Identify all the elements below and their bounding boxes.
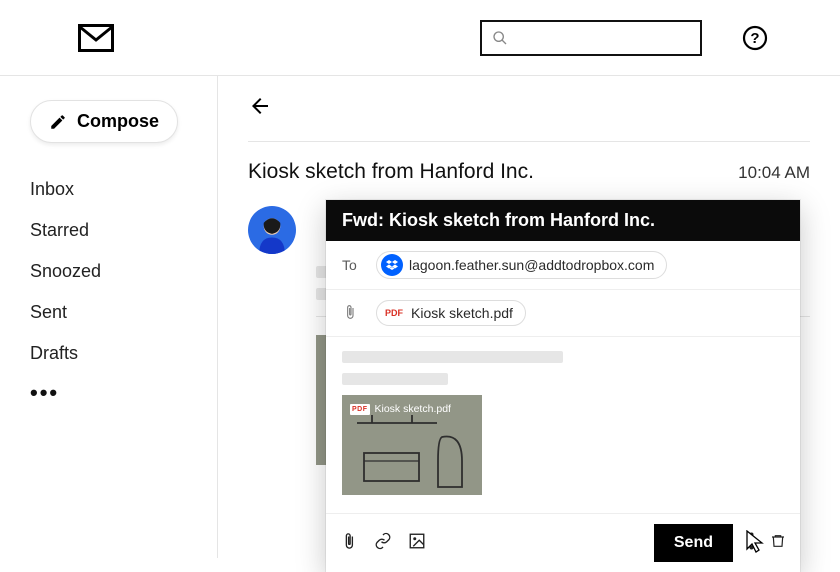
menu-icon[interactable] [26, 25, 52, 51]
compose-label: Compose [77, 111, 159, 132]
sidebar-item-sent[interactable]: Sent [30, 292, 195, 333]
search-input[interactable] [480, 20, 702, 56]
dropbox-icon [381, 254, 403, 276]
back-button[interactable] [248, 94, 272, 123]
recipient-chip[interactable]: lagoon.feather.sun@addtodropbox.com [376, 251, 667, 279]
help-icon[interactable]: ? [742, 25, 768, 51]
body-text-placeholder [342, 373, 448, 385]
sidebar-item-snoozed[interactable]: Snoozed [30, 251, 195, 292]
compose-window: Fwd: Kiosk sketch from Hanford Inc. To l… [326, 200, 800, 572]
pdf-badge-icon: PDF [350, 404, 370, 415]
sidebar-item-starred[interactable]: Starred [30, 210, 195, 251]
sender-avatar[interactable] [248, 206, 296, 254]
attachment-chip[interactable]: PDF Kiosk sketch.pdf [376, 300, 526, 326]
body-attachment-name: Kiosk sketch.pdf [375, 403, 451, 415]
to-label: To [342, 257, 364, 273]
send-button[interactable]: Send [654, 524, 733, 562]
more-options-icon[interactable] [749, 532, 754, 555]
sidebar: Compose Inbox Starred Snoozed Sent Draft… [0, 76, 218, 558]
attachment-chip-name: Kiosk sketch.pdf [411, 305, 513, 321]
arrow-left-icon [248, 94, 272, 118]
pdf-badge-icon: PDF [385, 308, 403, 318]
thread-title: Kiosk sketch from Hanford Inc. [248, 160, 534, 184]
body-text-placeholder [342, 351, 563, 363]
insert-image-icon[interactable] [408, 532, 426, 555]
apps-grid-icon[interactable] [790, 26, 814, 50]
attach-file-icon[interactable] [340, 532, 358, 555]
pencil-icon [49, 113, 67, 131]
sidebar-more-icon[interactable]: ••• [30, 374, 195, 406]
recipient-email: lagoon.feather.sun@addtodropbox.com [409, 257, 654, 273]
discard-icon[interactable] [770, 532, 786, 555]
compose-to-row[interactable]: To lagoon.feather.sun@addtodropbox.com [326, 241, 800, 290]
compose-button[interactable]: Compose [30, 100, 178, 143]
thread-time: 10:04 AM [738, 163, 810, 183]
compose-body[interactable]: PDF Kiosk sketch.pdf [326, 337, 800, 513]
send-label: Send [674, 534, 713, 552]
app-header: ? [0, 0, 840, 76]
body-attachment-preview[interactable]: PDF Kiosk sketch.pdf [342, 395, 482, 495]
sidebar-item-drafts[interactable]: Drafts [30, 333, 195, 374]
mail-logo-icon [78, 24, 114, 52]
attachment-icon [342, 304, 364, 323]
compose-toolbar: Send [326, 513, 800, 572]
search-icon [492, 30, 508, 46]
compose-attachment-row: PDF Kiosk sketch.pdf [326, 290, 800, 337]
compose-subject[interactable]: Fwd: Kiosk sketch from Hanford Inc. [326, 200, 800, 241]
sidebar-item-inbox[interactable]: Inbox [30, 169, 195, 210]
insert-link-icon[interactable] [374, 532, 392, 555]
svg-text:?: ? [750, 30, 759, 47]
